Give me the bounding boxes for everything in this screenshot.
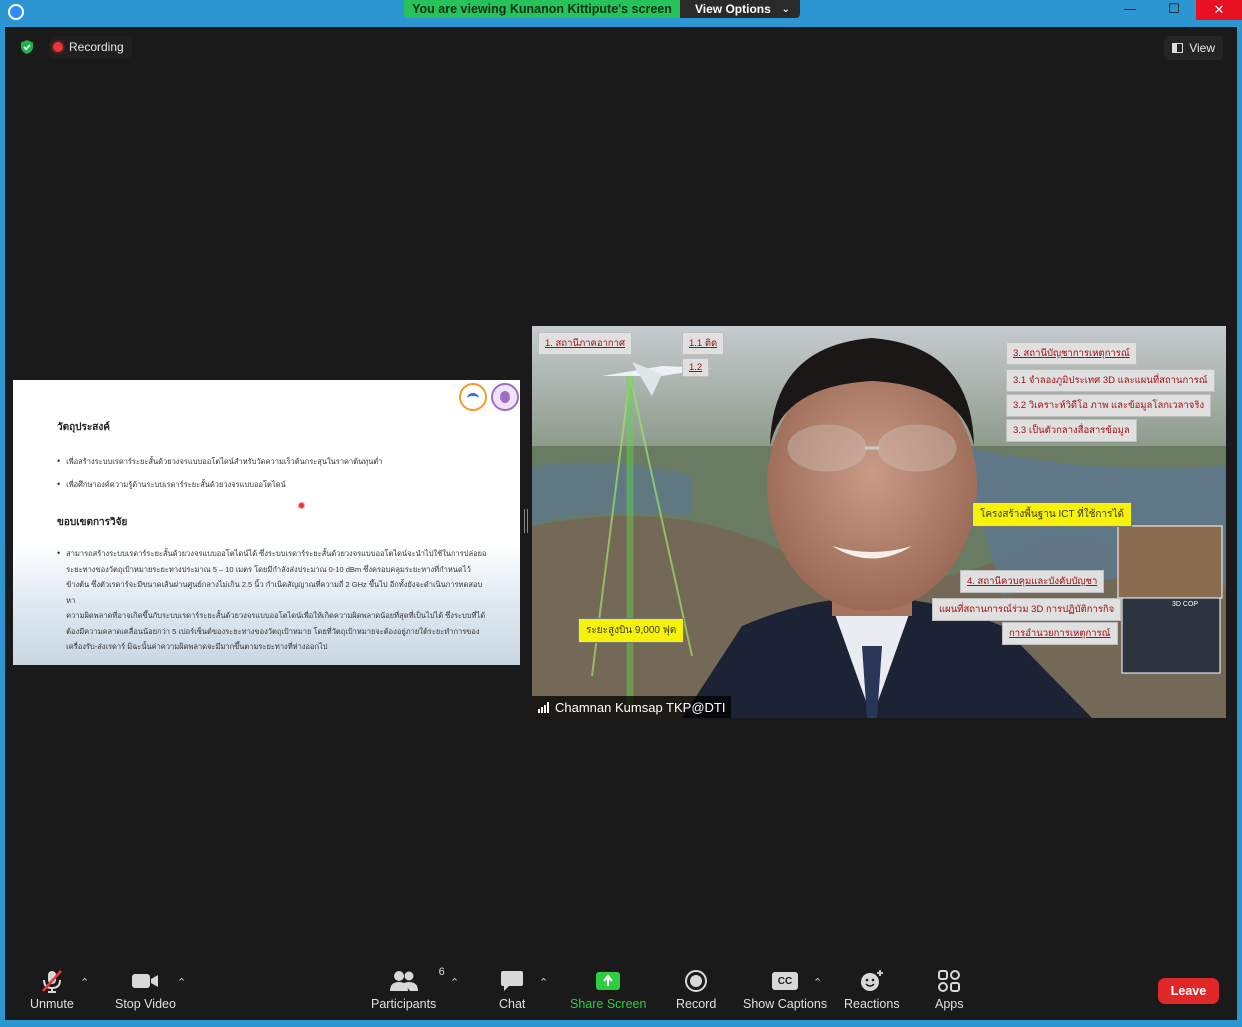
participants-icon [389,971,418,991]
security-shield-icon[interactable] [19,39,35,55]
slide-bullet: • เพื่อศึกษาองค์ความรู้ด้านระบบเรดาร์ระยะ… [57,479,286,489]
recording-label: Recording [69,40,124,54]
stop-video-label: Stop Video [115,997,176,1011]
unmute-button[interactable]: Unmute [30,968,74,1011]
participants-label: Participants [371,997,437,1011]
layout-splitter-handle[interactable] [524,509,528,533]
inset-label: 3D COP [1172,601,1199,608]
paragraph-line: สามารถสร้างระบบเรดาร์ระยะสั้นด้วยวงจรแบบ… [66,549,487,558]
chat-options-caret[interactable]: ⌃ [539,976,548,989]
window-border-right [1237,27,1242,1027]
smiley-add-icon [860,970,883,991]
overlay-label: 1.1 ติด [682,332,725,355]
apps-button[interactable]: Apps [935,968,964,1011]
viewing-screen-banner: You are viewing Kunanon Kittipute's scre… [404,0,680,18]
record-button[interactable]: Record [676,968,716,1011]
audio-options-caret[interactable]: ⌃ [80,976,89,989]
overlay-label: แผนที่สถานการณ์ร่วม 3D การปฏิบัติการกิจ [932,598,1122,621]
pointer-dot [298,502,305,509]
slide-paragraph: • สามารถสร้างระบบเรดาร์ระยะสั้นด้วยวงจรแ… [57,546,487,655]
microphone-muted-icon [41,970,62,993]
connection-signal-icon [538,701,549,713]
record-label: Record [676,997,717,1011]
paragraph-line: ต้องมีความคลาดเคลื่อนน้อยกว่า 5 เปอร์เซ็… [66,626,480,636]
window-title-bar: You are viewing Kunanon Kittipute's scre… [0,0,1242,27]
leave-button[interactable]: Leave [1158,978,1219,1004]
paragraph-line: ความผิดพลาดที่อาจเกิดขึ้นกับระบบเรดาร์ระ… [66,611,486,620]
meeting-controls-toolbar: Unmute ⌃ Stop Video ⌃ 6 Participants ⌃ C… [5,960,1237,1020]
overlay-label: 1.2 [682,358,710,377]
share-screen-icon [596,972,621,990]
reactions-button[interactable]: Reactions [844,968,900,1011]
overlay-label: 3.2 วิเคราะห์วิดีโอ ภาพ และข้อมูลโลกเวลา… [1006,394,1212,417]
institution-logo [459,383,487,411]
slide-heading-objectives: วัตถุประสงค์ [57,422,110,433]
overlay-label: 1. สถานีภาคอากาศ [538,332,633,355]
participants-button[interactable]: 6 Participants [371,966,445,1011]
overlay-label: 4. สถานีควบคุมและบังคับบัญชา [960,570,1105,593]
participants-count: 6 [438,966,445,978]
stop-video-button[interactable]: Stop Video [115,968,176,1011]
speaker-video-tile[interactable]: 1. สถานีภาคอากาศ 1.1 ติด 1.2 3. สถานีบัญ… [532,326,1226,718]
share-screen-button[interactable]: Share Screen [570,968,646,1011]
apps-icon [938,970,961,992]
overlay-label: การอำนวยการเหตุการณ์ [1002,622,1118,645]
chat-button[interactable]: Chat [499,968,525,1011]
overlay-highlight: โครงสร้างพื้นฐาน ICT ที่ใช้การได้ [972,502,1132,527]
recording-indicator[interactable]: Recording [49,36,132,58]
meeting-view: Recording View วัตถุประสงค์ • เพื่อสร้างร… [5,27,1237,960]
paragraph-line: ข้างต้น ซึ่งตัวเรดาร์จะมีขนาดเส้นผ่านศูน… [66,580,483,605]
paragraph-line: เครื่องรับ-ส่งเรดาร์ มิฉะนั้นค่าความผิดพ… [66,642,328,651]
paragraph-line: ระยะทางของวัตถุเป้าหมายระยะทางประมาณ 5 –… [66,564,471,574]
view-layout-button[interactable]: View [1164,36,1223,60]
show-captions-label: Show Captions [743,997,828,1011]
window-border-bottom [0,1020,1242,1027]
recording-dot-icon [53,42,63,52]
view-options-label: View Options [695,2,771,16]
reactions-label: Reactions [844,997,900,1011]
close-button[interactable]: ✕ [1196,0,1242,20]
view-label: View [1189,41,1215,55]
apps-label: Apps [935,997,964,1011]
slide-heading-scope: ขอบเขตการวิจัย [57,517,128,528]
share-screen-label: Share Screen [570,997,647,1011]
captions-options-caret[interactable]: ⌃ [813,976,822,989]
participant-name: Chamnan Kumsap TKP@DTI [555,699,726,715]
record-icon [685,970,708,992]
layout-icon [1172,43,1184,53]
overlay-label: 3.3 เป็นตัวกลางสื่อสารข้อมูล [1006,419,1137,442]
participants-options-caret[interactable]: ⌃ [450,976,459,989]
slide-bullet: • เพื่อสร้างระบบเรดาร์ระยะสั้นด้วยวงจรแบบ… [57,456,383,466]
maximize-button[interactable]: ☐ [1152,0,1196,18]
overlay-label: 3. สถานีบัญชาการเหตุการณ์ [1006,342,1137,365]
chat-label: Chat [499,997,526,1011]
video-options-caret[interactable]: ⌃ [177,976,186,989]
chevron-down-icon: ⌄ [781,3,790,15]
unmute-label: Unmute [30,997,74,1011]
closed-captions-icon: CC [772,972,799,990]
overlay-label: 3.1 จำลองภูมิประเทศ 3D และแผนที่สถานการณ… [1006,369,1215,392]
overlay-highlight: ระยะสูงบิน 9,000 ฟุต [578,618,685,643]
video-camera-icon [132,974,159,988]
participant-name-tag: Chamnan Kumsap TKP@DTI [532,696,732,718]
university-seal-logo [491,383,519,411]
minimize-button[interactable]: — [1108,0,1152,18]
shared-screen-slide: วัตถุประสงค์ • เพื่อสร้างระบบเรดาร์ระยะสั… [13,380,520,665]
view-options-button[interactable]: View Options ⌄ [680,0,800,18]
chat-bubble-icon [501,971,524,991]
show-captions-button[interactable]: CC Show Captions [743,968,827,1011]
zoom-app-icon [8,4,24,20]
